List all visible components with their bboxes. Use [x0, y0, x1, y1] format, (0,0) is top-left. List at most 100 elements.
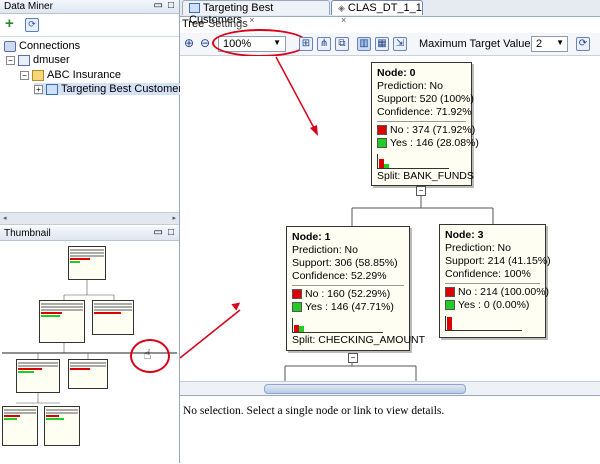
data-miner-title: Data Miner [4, 1, 53, 12]
zoom-in-icon[interactable]: ⊕ [184, 36, 194, 50]
node-prediction: Prediction: No [445, 242, 511, 254]
tree-item-project[interactable]: − ABC Insurance [20, 69, 121, 81]
no-color-swatch [377, 125, 387, 136]
expand-all-icon[interactable]: ⧉ [335, 37, 349, 51]
max-target-select[interactable]: 2 ▼ [531, 36, 568, 52]
tree-node-0[interactable]: Node: 0 Prediction: No Support: 520 (100… [371, 62, 479, 186]
left-panel: Data Miner ▭ □ + ⟳ Connections − dmuser −… [0, 0, 192, 463]
collapse-node-1-toggle[interactable]: − [348, 353, 358, 363]
details-status-text: No selection. Select a single node or li… [183, 405, 445, 417]
node-confidence: Confidence: 71.92% [377, 106, 472, 118]
data-miner-header: Data Miner ▭ □ [0, 0, 179, 14]
yes-color-swatch [377, 138, 387, 149]
node-title: Node: 0 [377, 67, 416, 79]
chevron-down-icon[interactable]: ▼ [556, 38, 564, 47]
fit-to-window-icon[interactable]: ⊞ [299, 37, 313, 51]
refresh-icon[interactable]: ⟳ [576, 37, 590, 51]
yes-color-swatch [445, 300, 455, 311]
thumbnail-node-grandchild-a [2, 406, 38, 446]
workflow-icon [46, 83, 58, 95]
histogram-bar-no [447, 317, 452, 330]
tree-item-connections[interactable]: Connections [4, 40, 80, 52]
project-icon [32, 69, 44, 81]
tab-clas-dt[interactable]: ◈ CLAS_DT_1_1 × [331, 0, 423, 25]
node-confidence: Confidence: 52.29% [292, 270, 387, 282]
thumbnail-node-grandchild-b [44, 406, 80, 446]
no-color-swatch [445, 287, 455, 298]
details-panel: No selection. Select a single node or li… [180, 395, 600, 464]
tree-item-user[interactable]: − dmuser [6, 54, 70, 66]
data-miner-toolbar: + ⟳ [0, 14, 179, 37]
hand-cursor-icon: ☝ [143, 346, 152, 362]
subtab-settings[interactable]: Settings [208, 18, 248, 30]
thumbnail-header: Thumbnail ▭ □ [0, 227, 179, 241]
thumbnail-node-3 [92, 300, 134, 335]
minimize-icon[interactable]: ▭ [154, 0, 163, 11]
subtab-tree[interactable]: Tree [182, 18, 204, 30]
thumbnail-minimize-icon[interactable]: ▭ [154, 227, 163, 238]
editor-area: Targeting Best Customers × ◈ CLAS_DT_1_1 … [180, 0, 600, 464]
tree-node-3[interactable]: Node: 3 Prediction: No Support: 214 (41.… [439, 224, 551, 338]
thumbnail-node-0 [68, 246, 106, 280]
database-user-icon [18, 54, 30, 66]
panel-splitter[interactable]: ◂ ▸ [0, 212, 179, 225]
workflow-label: Targeting Best Customers [61, 83, 188, 95]
export-icon[interactable]: ⇲ [393, 37, 407, 51]
layout-tree-icon[interactable]: ⋔ [317, 37, 331, 51]
node-prediction: Prediction: No [377, 80, 443, 92]
histogram-bar-yes [384, 164, 389, 168]
thumbnail-node-1 [39, 300, 85, 343]
decision-tree-tab-icon: ◈ [338, 3, 345, 13]
connections-icon [4, 40, 16, 52]
tree-item-workflow[interactable]: + Targeting Best Customers [34, 83, 192, 95]
scrollbar-thumb[interactable] [264, 384, 466, 394]
collapse-node-0-toggle[interactable]: − [416, 186, 426, 196]
project-label: ABC Insurance [47, 69, 121, 81]
max-target-label: Maximum Target Values: [419, 38, 540, 50]
maximize-icon[interactable]: □ [168, 0, 174, 11]
node-prediction: Prediction: No [292, 244, 358, 256]
tab-label: CLAS_DT_1_1 [347, 2, 422, 14]
node-no-count: No : 374 (71.92%) [390, 124, 476, 136]
node-support: Support: 214 (41.15%) [445, 255, 551, 267]
table-view-icon[interactable]: ▦ [375, 37, 389, 51]
yes-color-swatch [292, 302, 302, 313]
node-confidence: Confidence: 100% [445, 268, 531, 280]
max-target-value: 2 [536, 38, 543, 50]
zoom-highlight-ellipse [212, 29, 308, 57]
thumbnail-node-child-b [68, 359, 108, 389]
node-support: Support: 520 (100%) [377, 93, 474, 105]
add-connection-icon[interactable]: + [5, 16, 14, 31]
workflow-tab-icon [189, 3, 200, 14]
node-no-count: No : 214 (100.00%) [458, 286, 550, 298]
user-label: dmuser [33, 54, 70, 66]
thumbnail-title: Thumbnail [4, 228, 51, 239]
horizontal-scrollbar[interactable] [180, 381, 600, 395]
tab-targeting-best-customers[interactable]: Targeting Best Customers × [182, 0, 330, 26]
node-histogram [292, 318, 383, 333]
thumbnail-maximize-icon[interactable]: □ [168, 227, 174, 238]
expand-toggle-workflow[interactable]: + [34, 84, 43, 94]
connections-label: Connections [19, 40, 81, 52]
node-no-count: No : 160 (52.29%) [305, 288, 391, 300]
node-histogram [377, 154, 450, 169]
node-title: Node: 1 [292, 231, 331, 243]
node-yes-count: Yes : 0 (0.00%) [458, 299, 530, 311]
zoom-out-icon[interactable]: ⊖ [200, 36, 210, 50]
refresh-icon[interactable]: ⟳ [25, 18, 39, 32]
collapse-toggle-user[interactable]: − [6, 55, 15, 65]
histogram-toggle-icon[interactable]: ▥ [357, 37, 371, 51]
tree-node-1[interactable]: Node: 1 Prediction: No Support: 306 (58.… [286, 226, 426, 351]
node-yes-count: Yes : 146 (28.08%) [390, 137, 479, 149]
node-split: Split: BANK_FUNDS [377, 170, 474, 182]
node-yes-count: Yes : 146 (47.71%) [305, 301, 394, 313]
node-histogram [445, 316, 522, 331]
no-color-swatch [292, 289, 302, 300]
node-support: Support: 306 (58.85%) [292, 257, 398, 269]
tree-canvas[interactable]: Node: 0 Prediction: No Support: 520 (100… [180, 56, 600, 394]
thumbnail-view[interactable]: ☝ [2, 243, 177, 461]
node-split: Split: CHECKING_AMOUNT [292, 334, 426, 346]
collapse-toggle-project[interactable]: − [20, 70, 29, 80]
histogram-bar-yes [299, 326, 304, 332]
thumbnail-node-child-a [16, 359, 60, 393]
